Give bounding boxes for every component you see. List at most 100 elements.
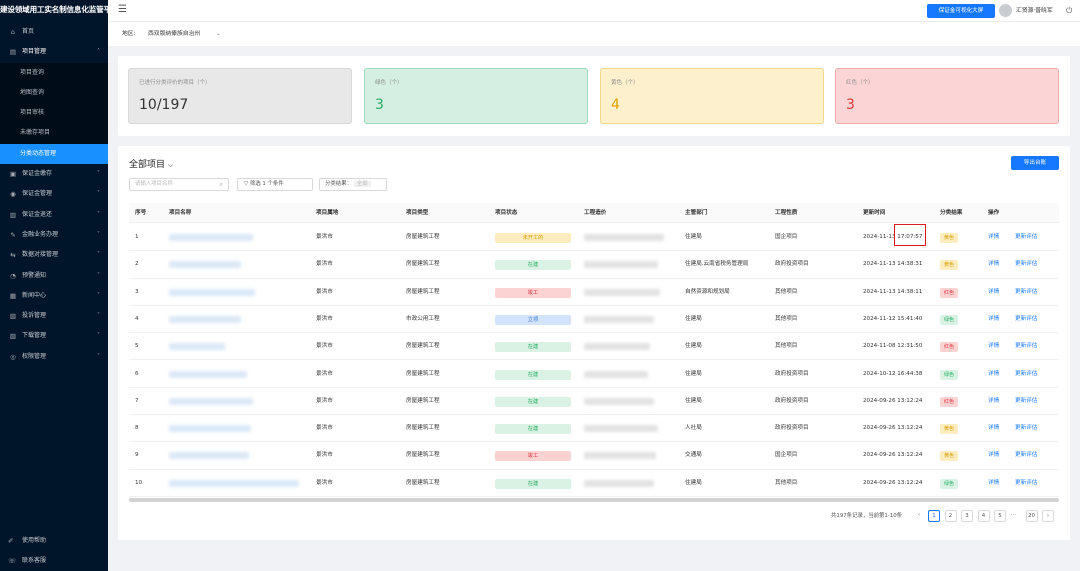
summary-card-title: 黄色（个） xyxy=(611,80,639,86)
detail-link[interactable]: 详情 xyxy=(988,279,999,306)
detail-link[interactable]: 详情 xyxy=(988,442,999,469)
export-button[interactable]: 导出台账 xyxy=(1011,156,1059,170)
chevron-down-icon[interactable]: ⌄ xyxy=(216,22,221,46)
menu-toggle-icon[interactable]: ☰ xyxy=(118,4,127,15)
sidebar-item-7[interactable]: ◔ 预警通知 ˅ xyxy=(0,266,108,286)
pagination-page[interactable]: 1 xyxy=(928,510,940,522)
visual-screen-button[interactable]: 保证金可视化大屏 xyxy=(927,4,995,18)
project-name-redacted[interactable] xyxy=(169,425,251,433)
summary-card-value: 10/197 xyxy=(139,97,189,113)
sidebar-item-label: 项目管理 xyxy=(22,48,47,56)
summary-card: 已进行分类评价的项目（个） 10/197 xyxy=(128,68,352,124)
column-header: 操作 xyxy=(988,210,1000,216)
sidebar-footer-item-1[interactable]: ☏ 联系客服 xyxy=(0,551,108,571)
update-evaluation-link[interactable]: 更新评估 xyxy=(1015,279,1037,306)
download-icon: ▨ xyxy=(9,332,17,341)
update-evaluation-link[interactable]: 更新评估 xyxy=(1015,415,1037,442)
pagination-ellipsis[interactable]: ··· xyxy=(1011,510,1017,522)
detail-link[interactable]: 详情 xyxy=(988,415,999,442)
project-name-redacted[interactable] xyxy=(169,261,241,269)
power-icon[interactable]: ⏻ xyxy=(1066,0,1072,22)
project-name-redacted[interactable] xyxy=(169,234,253,241)
project-locale: 景洪市 xyxy=(316,234,333,240)
sidebar-item-6[interactable]: ⇆ 数据对接管理 ˅ xyxy=(0,245,108,265)
project-locale: 景洪市 xyxy=(316,452,333,459)
pagination-page[interactable]: 2 xyxy=(944,510,957,522)
sidebar-item-3[interactable]: ◉ 保证金管理 ˅ xyxy=(0,184,108,204)
pagination-next[interactable]: › xyxy=(1042,510,1054,522)
result-badge: 黄色 xyxy=(940,451,958,462)
sidebar-subitem-3[interactable]: 未缴存项目 xyxy=(0,123,108,144)
detail-link[interactable]: 详情 xyxy=(988,388,999,415)
sidebar-item-5[interactable]: ✎ 金融业务办理 ˅ xyxy=(0,225,108,245)
project-name-redacted[interactable] xyxy=(169,452,249,460)
status-badge: 在建 xyxy=(495,342,571,353)
project-type: 房屋建筑工程 xyxy=(406,288,440,295)
username[interactable]: 汇贤源·普晓军 xyxy=(1016,0,1053,22)
update-evaluation-link[interactable]: 更新评估 xyxy=(1015,442,1037,469)
sidebar-footer-item-0[interactable]: ✐ 使用帮助 xyxy=(0,531,108,551)
pagination-prev[interactable]: ‹ xyxy=(913,510,925,522)
detail-link[interactable]: 详情 xyxy=(988,470,999,497)
horizontal-scrollbar[interactable] xyxy=(129,498,1059,502)
pagination-page[interactable]: 20 xyxy=(1025,510,1038,522)
sidebar-item-label: 保证金缴存 xyxy=(22,170,53,178)
update-evaluation-link[interactable]: 更新评估 xyxy=(1015,361,1037,388)
filter-button-label: 筛选 1 个条件 xyxy=(249,181,284,187)
update-evaluation-link[interactable]: 更新评估 xyxy=(1015,306,1037,333)
sidebar-footer-label: 使用帮助 xyxy=(22,537,47,544)
detail-link[interactable]: 详情 xyxy=(988,306,999,333)
avatar[interactable] xyxy=(999,4,1012,17)
region-select[interactable]: 西双版纳傣族自治州 xyxy=(148,22,200,46)
detail-link[interactable]: 详情 xyxy=(988,224,999,251)
detail-link[interactable]: 详情 xyxy=(988,361,999,388)
search-input[interactable]: 请输入项目名称 ⌕ xyxy=(129,178,229,191)
project-name-redacted[interactable] xyxy=(169,343,225,351)
sidebar-subitem-4[interactable]: 分类动态管理 xyxy=(0,143,108,165)
warning-icon: ◔ xyxy=(10,271,16,280)
news-icon: ▦ xyxy=(9,291,17,300)
search-icon[interactable]: ⌕ xyxy=(220,179,223,190)
row-index: 2 xyxy=(135,261,139,268)
pagination-page[interactable]: 5 xyxy=(994,510,1006,522)
sidebar-item-label: 保证金退还 xyxy=(22,210,53,218)
detail-link[interactable]: 详情 xyxy=(988,251,999,278)
department: 住建局 xyxy=(685,315,702,322)
pagination-page[interactable]: 4 xyxy=(977,510,990,522)
department: 住建局 xyxy=(685,370,702,377)
pagination-page[interactable]: 3 xyxy=(961,510,973,522)
chevron-down-icon: ˅ xyxy=(97,210,100,218)
update-evaluation-link[interactable]: 更新评估 xyxy=(1015,333,1037,360)
sidebar-item-9[interactable]: ▧ 投诉管理 ˅ xyxy=(0,306,108,326)
update-evaluation-link[interactable]: 更新评估 xyxy=(1015,388,1037,415)
sidebar-item-4[interactable]: ▥ 保证金退还 ˅ xyxy=(0,205,108,225)
result-badge: 红色 xyxy=(940,396,958,407)
filter-button[interactable]: ▽ 筛选 1 个条件 xyxy=(237,178,313,191)
row-index: 9 xyxy=(135,452,139,459)
sidebar-footer: ✐ 使用帮助 ☏ 联系客服 xyxy=(0,531,108,571)
sidebar-subitem-0[interactable]: 项目查询 xyxy=(0,62,108,83)
sidebar-item-1[interactable]: ▤ 项目管理 ˄ xyxy=(0,42,108,62)
project-name-redacted[interactable] xyxy=(169,315,241,323)
update-evaluation-link[interactable]: 更新评估 xyxy=(1015,224,1037,251)
sidebar-item-2[interactable]: ▣ 保证金缴存 ˅ xyxy=(0,164,108,184)
chevron-down-icon: ˅ xyxy=(97,190,100,198)
project-name-redacted[interactable] xyxy=(169,288,255,296)
permission-icon: ◎ xyxy=(10,352,16,361)
sidebar-subitem-1[interactable]: 地图查询 xyxy=(0,82,108,104)
sidebar-item-10[interactable]: ▨ 下载管理 ˅ xyxy=(0,326,108,346)
table-row: 6 景洪市 房屋建筑工程 在建 住建局 政府投资项目 2024-10-12 16:44:38… xyxy=(129,361,1059,388)
project-list-title[interactable]: 全部项目 ⌵ xyxy=(129,157,173,170)
status-badge: 竣工 xyxy=(495,287,571,298)
result-select[interactable]: 分类结果： 全部 xyxy=(319,178,387,191)
detail-link[interactable]: 详情 xyxy=(988,333,999,360)
update-evaluation-link[interactable]: 更新评估 xyxy=(1015,470,1037,497)
sidebar-item-0[interactable]: ⌂ 首页 xyxy=(0,22,108,42)
sidebar-item-8[interactable]: ▦ 新闻中心 ˅ xyxy=(0,286,108,306)
sidebar-subitem-2[interactable]: 项目审核 xyxy=(0,103,108,124)
project-name-redacted[interactable] xyxy=(169,370,247,378)
update-evaluation-link[interactable]: 更新评估 xyxy=(1015,251,1037,278)
sidebar-item-11[interactable]: ◎ 权限管理 ˅ xyxy=(0,347,108,367)
project-name-redacted[interactable] xyxy=(169,397,253,405)
project-name-redacted[interactable] xyxy=(169,479,299,487)
